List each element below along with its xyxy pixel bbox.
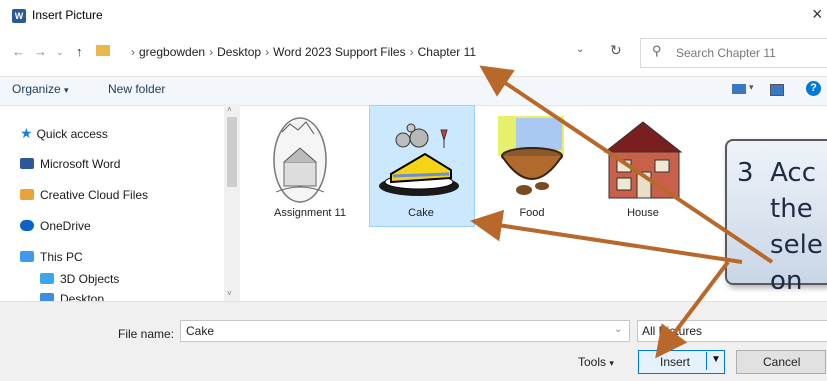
breadcrumb-item[interactable]: Chapter 11 xyxy=(418,45,476,59)
caret-down-icon: ▼ xyxy=(711,354,721,365)
title-bar xyxy=(0,0,827,32)
cube-icon xyxy=(40,273,54,284)
breadcrumb-item[interactable]: Word 2023 Support Files xyxy=(273,45,406,59)
new-folder-button[interactable]: New folder xyxy=(108,82,165,96)
sidebar-item-label: Quick access xyxy=(36,127,108,141)
view-options-icon[interactable] xyxy=(732,84,746,94)
file-label: Assignment 11 xyxy=(274,207,346,219)
address-dropdown-icon[interactable]: ⌄ xyxy=(576,44,584,55)
refresh-icon[interactable]: ↻ xyxy=(610,42,622,59)
breadcrumb: › gregbowden › Desktop › Word 2023 Support Fi… xyxy=(131,45,477,59)
sidebar-item-3d-objects[interactable]: 3D Objects xyxy=(40,272,119,286)
help-icon[interactable]: ? xyxy=(806,81,821,96)
cancel-label: Cancel xyxy=(763,355,801,369)
scrollbar-thumb[interactable] xyxy=(227,117,237,187)
forward-arrow-icon[interactable]: → xyxy=(34,44,47,59)
search-icon: ⚲ xyxy=(652,43,662,58)
file-type-filter-value[interactable]: All Pictures xyxy=(642,324,702,338)
breadcrumb-item[interactable]: gregbowden xyxy=(139,45,205,59)
file-name-dropdown-icon[interactable]: ⌄ xyxy=(614,324,622,335)
window-title: Insert Picture xyxy=(32,8,103,22)
file-label: Food xyxy=(519,207,545,219)
cloud-folder-icon xyxy=(20,189,34,200)
file-name-field[interactable] xyxy=(180,320,630,342)
food-thumbnail-icon xyxy=(498,116,564,195)
file-item-cake[interactable] xyxy=(373,112,473,212)
sidebar-item-quick-access[interactable]: ★ Quick access xyxy=(20,125,108,142)
file-label: House xyxy=(627,207,659,219)
house-thumbnail-icon xyxy=(603,121,683,199)
pc-icon xyxy=(20,251,34,262)
file-name-value[interactable]: Cake xyxy=(186,324,214,338)
recent-locations-chevron-icon[interactable]: ⌄ xyxy=(56,47,64,58)
callout-text: 3 Acc the sele on xyxy=(737,158,823,296)
close-icon[interactable]: × xyxy=(812,4,823,25)
sidebar-item-label: Creative Cloud Files xyxy=(40,188,149,202)
sidebar-item-creative-cloud[interactable]: Creative Cloud Files xyxy=(20,188,148,202)
sidebar-item-microsoft-word[interactable]: Microsoft Word xyxy=(20,157,120,171)
organize-label: Organize xyxy=(12,82,61,96)
sidebar-item-label: Desktop xyxy=(60,293,105,301)
sketch-thumbnail-icon xyxy=(273,117,327,203)
sidebar-item-label: This PC xyxy=(40,250,83,264)
up-arrow-icon[interactable]: ↑ xyxy=(76,44,83,59)
file-label: Cake xyxy=(408,207,434,219)
star-icon: ★ xyxy=(20,125,33,141)
sidebar-item-label: Microsoft Word xyxy=(40,157,121,171)
organize-button[interactable]: Organize ▾ xyxy=(12,82,69,96)
sidebar-item-this-pc[interactable]: This PC xyxy=(20,250,83,264)
tools-label: Tools xyxy=(578,355,607,369)
file-item-food[interactable] xyxy=(484,112,584,212)
search-input[interactable]: Search Chapter 11 xyxy=(676,46,776,60)
onedrive-icon xyxy=(20,220,34,231)
insert-label: Insert xyxy=(660,355,691,369)
sidebar-item-desktop[interactable]: Desktop xyxy=(40,293,104,301)
scroll-down-icon[interactable]: ˅ xyxy=(227,289,232,298)
file-name-label: File name: xyxy=(118,327,175,341)
desktop-icon xyxy=(40,293,54,301)
file-item-house[interactable] xyxy=(595,112,695,212)
file-item-assignment-11[interactable] xyxy=(262,112,362,212)
cake-thumbnail-icon xyxy=(379,123,459,196)
insert-dropdown-button[interactable]: ▼ xyxy=(706,352,724,370)
sidebar-item-label: 3D Objects xyxy=(60,272,120,286)
folder-icon xyxy=(96,45,110,56)
view-dropdown-icon[interactable]: ▾ xyxy=(749,82,754,93)
word-icon xyxy=(20,158,34,169)
tools-button[interactable]: Tools ▾ xyxy=(578,355,614,369)
breadcrumb-item[interactable]: Desktop xyxy=(217,45,261,59)
scroll-up-icon[interactable]: ˄ xyxy=(227,105,232,114)
sidebar-item-onedrive[interactable]: OneDrive xyxy=(20,219,91,233)
back-arrow-icon[interactable]: ← xyxy=(12,44,25,59)
preview-pane-icon[interactable] xyxy=(770,84,784,96)
sidebar-item-label: OneDrive xyxy=(40,219,91,233)
arrow-to-cake-file xyxy=(470,209,743,264)
word-app-icon: W xyxy=(12,9,26,23)
